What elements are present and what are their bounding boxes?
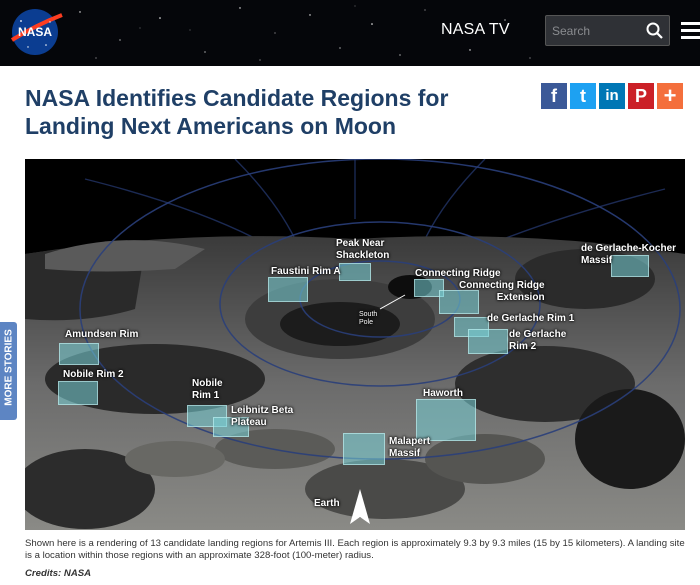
label-de-gerlache-kocher-massif: de Gerlache-Kocher Massif — [581, 243, 677, 266]
label-nobile-rim-1: Nobile Rim 1 — [192, 378, 223, 401]
more-stories-tab[interactable]: MORE STORIES — [0, 322, 17, 420]
nasa-logo[interactable]: NASA — [6, 7, 64, 57]
label-connecting-ridge-extension: Connecting Ridge Extension — [459, 280, 545, 303]
label-peak-near-shackleton: Peak Near Shackleton — [336, 238, 390, 261]
region-amundsen-rim[interactable] — [59, 343, 99, 365]
label-amundsen-rim: Amundsen Rim — [65, 329, 139, 340]
menu-icon[interactable] — [681, 22, 700, 40]
region-malapert-massif[interactable] — [343, 433, 385, 465]
facebook-share-button[interactable]: f — [541, 83, 567, 109]
twitter-share-button[interactable]: t — [570, 83, 596, 109]
search-icon[interactable] — [645, 21, 665, 41]
pinterest-share-button[interactable]: P — [628, 83, 654, 109]
label-nobile-rim-2: Nobile Rim 2 — [63, 369, 124, 380]
image-credits: Credits: NASA — [25, 568, 92, 579]
label-malapert-massif: Malapert Massif — [389, 436, 431, 459]
region-faustini-rim-a[interactable] — [268, 277, 308, 302]
label-earth: Earth — [314, 498, 340, 509]
site-header: NASA NASA TV — [0, 0, 700, 66]
article-title: NASA Identifies Candidate Regions for La… — [25, 85, 449, 139]
label-de-gerlache-rim-1: de Gerlache Rim 1 — [487, 313, 575, 324]
label-haworth: Haworth — [423, 388, 463, 399]
label-south-pole: South Pole — [359, 311, 378, 326]
label-connecting-ridge: Connecting Ridge — [415, 268, 501, 279]
label-faustini-rim-a: Faustini Rim A — [271, 266, 341, 277]
more-stories-label: MORE STORIES — [3, 329, 15, 406]
region-de-gerlache-rim-2[interactable] — [468, 329, 508, 354]
nasa-tv-link[interactable]: NASA TV — [441, 21, 510, 39]
search-box — [545, 15, 670, 46]
logo-text: NASA — [18, 25, 52, 39]
more-share-button[interactable]: + — [657, 83, 683, 109]
lunar-terrain-rendering — [25, 159, 685, 530]
region-haworth[interactable] — [416, 399, 476, 441]
region-nobile-rim-2[interactable] — [58, 381, 98, 405]
search-input[interactable] — [552, 20, 642, 42]
linkedin-share-button[interactable]: in — [599, 83, 625, 109]
label-leibnitz-beta-plateau: Leibnitz Beta Plateau — [231, 405, 294, 428]
label-de-gerlache-rim-2: de Gerlache Rim 2 — [509, 329, 567, 352]
landing-regions-map: Peak Near Shackleton Faustini Rim A Conn… — [25, 159, 685, 530]
region-peak-near-shackleton[interactable] — [339, 263, 371, 281]
image-caption: Shown here is a rendering of 13 candidat… — [25, 538, 685, 561]
